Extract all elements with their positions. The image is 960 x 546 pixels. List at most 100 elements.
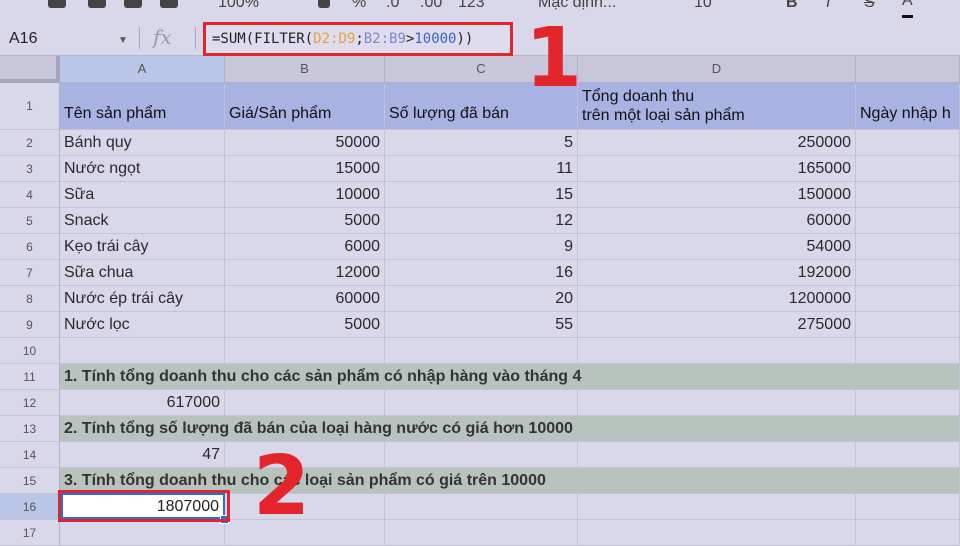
header-cell-import-date[interactable]: Ngày nhập h (856, 83, 960, 130)
cell-empty[interactable] (225, 390, 385, 416)
row-header-10[interactable]: 10 (0, 338, 60, 364)
cell-empty[interactable] (578, 338, 856, 364)
row-header-16[interactable]: 16 (0, 494, 60, 520)
cell-revenue[interactable]: 250000 (578, 130, 856, 156)
cell-empty[interactable] (856, 390, 960, 416)
header-cell-revenue[interactable]: Tổng doanh thu trên một loại sản phẩm (578, 83, 856, 130)
row-header-2[interactable]: 2 (0, 130, 60, 156)
row-header-9[interactable]: 9 (0, 312, 60, 338)
cell-empty[interactable] (385, 338, 578, 364)
italic-button[interactable]: I (826, 0, 830, 15)
cell-price[interactable]: 5000 (225, 312, 385, 338)
cell-revenue[interactable]: 192000 (578, 260, 856, 286)
cell-empty[interactable] (856, 442, 960, 468)
cell-empty[interactable] (856, 338, 960, 364)
cell-quantity[interactable]: 9 (385, 234, 578, 260)
row-header-12[interactable]: 12 (0, 390, 60, 416)
cell-price[interactable]: 12000 (225, 260, 385, 286)
cell-empty[interactable] (856, 208, 960, 234)
cell-empty[interactable] (856, 494, 960, 520)
strikethrough-button[interactable]: S (864, 0, 875, 15)
increase-decimal-button[interactable]: .00 (420, 0, 442, 15)
cell-empty[interactable] (385, 442, 578, 468)
cell-revenue[interactable]: 165000 (578, 156, 856, 182)
cell-empty[interactable] (856, 156, 960, 182)
column-header-b[interactable]: B (225, 56, 385, 83)
redo-icon[interactable] (88, 0, 106, 8)
answer-cell-1[interactable]: 617000 (60, 390, 225, 416)
cell-quantity[interactable]: 12 (385, 208, 578, 234)
row-header-1[interactable]: 1 (0, 83, 60, 130)
cell-quantity[interactable]: 15 (385, 182, 578, 208)
cell-product[interactable]: Nước ngọt (60, 156, 225, 182)
cell-empty[interactable] (578, 442, 856, 468)
cell-empty[interactable] (856, 234, 960, 260)
cell-empty[interactable] (578, 390, 856, 416)
column-header-a[interactable]: A (60, 56, 225, 83)
row-header-8[interactable]: 8 (0, 286, 60, 312)
percent-button[interactable]: % (352, 0, 366, 15)
cell-empty[interactable] (856, 182, 960, 208)
cell-empty[interactable] (856, 130, 960, 156)
answer-cell-2[interactable]: 47 (60, 442, 225, 468)
row-header-14[interactable]: 14 (0, 442, 60, 468)
cell-revenue[interactable]: 150000 (578, 182, 856, 208)
more-formats-button[interactable]: 123 (458, 0, 485, 15)
cell-price[interactable]: 15000 (225, 156, 385, 182)
cell-price[interactable]: 50000 (225, 130, 385, 156)
cell-price[interactable]: 6000 (225, 234, 385, 260)
cell-product[interactable]: Nước ép trái cây (60, 286, 225, 312)
select-all-corner[interactable] (0, 56, 60, 83)
cell-empty[interactable] (385, 520, 578, 546)
cell-price[interactable]: 10000 (225, 182, 385, 208)
cell-empty[interactable] (578, 520, 856, 546)
decrease-decimal-button[interactable]: .0 (386, 0, 399, 15)
formula-input[interactable]: =SUM(FILTER(D2:D9;B2:B9>10000)) (203, 22, 513, 56)
column-header-d[interactable]: D (578, 56, 856, 83)
row-header-7[interactable]: 7 (0, 260, 60, 286)
row-header-17[interactable]: 17 (0, 520, 60, 546)
cell-empty[interactable] (60, 520, 225, 546)
cell-revenue[interactable]: 60000 (578, 208, 856, 234)
cell-quantity[interactable]: 5 (385, 130, 578, 156)
row-header-5[interactable]: 5 (0, 208, 60, 234)
cell-empty[interactable] (385, 494, 578, 520)
text-color-button[interactable]: A (902, 0, 913, 18)
row-header-3[interactable]: 3 (0, 156, 60, 182)
cell-empty[interactable] (856, 260, 960, 286)
chevron-down-icon[interactable]: ▼ (118, 35, 128, 46)
bold-button[interactable]: B (786, 0, 798, 15)
cell-product[interactable]: Bánh quy (60, 130, 225, 156)
cell-product[interactable]: Kẹo trái cây (60, 234, 225, 260)
column-header-e[interactable] (856, 56, 960, 83)
cell-product[interactable]: Sữa chua (60, 260, 225, 286)
header-cell-price[interactable]: Giá/Sản phẩm (225, 83, 385, 130)
currency-icon[interactable] (318, 0, 330, 8)
cell-empty[interactable] (856, 520, 960, 546)
cell-revenue[interactable]: 275000 (578, 312, 856, 338)
cell-revenue[interactable]: 54000 (578, 234, 856, 260)
undo-icon[interactable] (48, 0, 66, 8)
header-cell-product[interactable]: Tên sản phẩm (60, 83, 225, 130)
cell-empty[interactable] (385, 390, 578, 416)
cell-price[interactable]: 60000 (225, 286, 385, 312)
cell-empty[interactable] (225, 338, 385, 364)
section-question-1[interactable]: 1. Tính tổng doanh thu cho các sản phẩm … (60, 364, 960, 390)
cell-price[interactable]: 5000 (225, 208, 385, 234)
paint-format-icon[interactable] (160, 0, 178, 8)
row-header-6[interactable]: 6 (0, 234, 60, 260)
zoom-select[interactable]: 100% (218, 0, 259, 15)
cell-quantity[interactable]: 55 (385, 312, 578, 338)
cell-empty[interactable] (856, 312, 960, 338)
section-question-2[interactable]: 2. Tính tổng số lượng đã bán của loại hà… (60, 416, 960, 442)
cell-quantity[interactable]: 16 (385, 260, 578, 286)
font-size-select[interactable]: 10 (694, 0, 712, 15)
cell-product[interactable]: Snack (60, 208, 225, 234)
row-header-13[interactable]: 13 (0, 416, 60, 442)
cell-quantity[interactable]: 20 (385, 286, 578, 312)
cell-empty[interactable] (856, 286, 960, 312)
cell-empty[interactable] (578, 494, 856, 520)
cell-quantity[interactable]: 11 (385, 156, 578, 182)
row-header-15[interactable]: 15 (0, 468, 60, 494)
cell-revenue[interactable]: 1200000 (578, 286, 856, 312)
